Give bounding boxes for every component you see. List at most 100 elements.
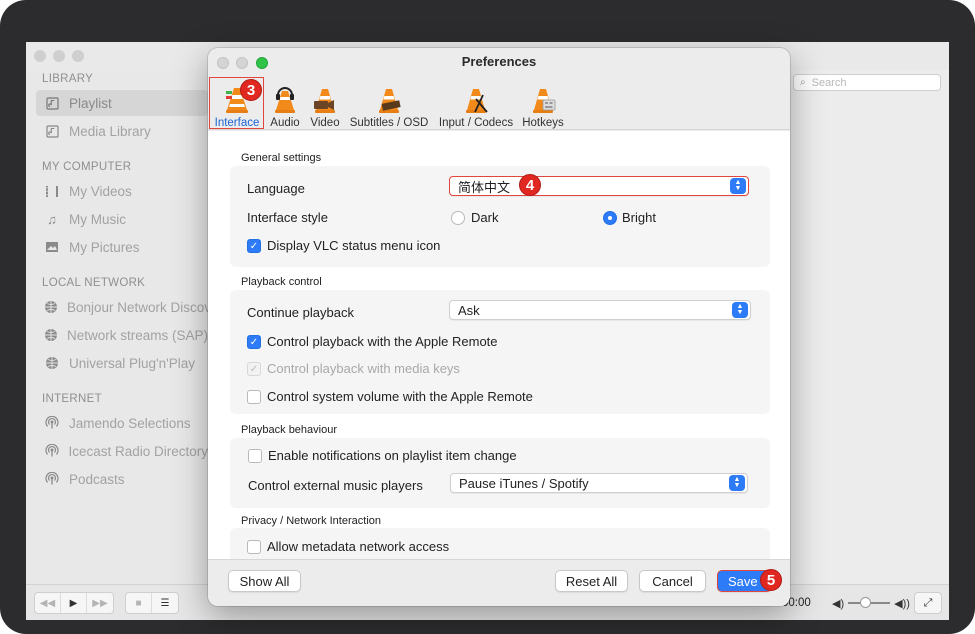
- group-privacy: Allow metadata network access: [230, 528, 770, 559]
- playlist-icon: [44, 95, 60, 111]
- section-title-playback-behaviour: Playback behaviour: [241, 424, 338, 436]
- language-label: Language: [247, 181, 305, 196]
- sidebar-item-label: Jamendo Selections: [69, 415, 191, 431]
- tab-hotkeys[interactable]: Hotkeys: [520, 77, 566, 129]
- stop-controls: ■ ☰: [125, 592, 179, 614]
- select-stepper-icon: ▲ ▼: [732, 302, 748, 318]
- sidebar-item-my-music[interactable]: ♫ My Music: [36, 206, 208, 232]
- film-icon: [44, 183, 60, 199]
- prefs-footer: Show All Reset All Cancel Save 5: [208, 559, 790, 606]
- vlc-cone-video-icon: [312, 85, 338, 115]
- rewind-button[interactable]: ◀◀: [35, 593, 61, 613]
- broadcast-icon: [44, 471, 60, 487]
- sidebar-item-label: Icecast Radio Directory: [68, 443, 208, 459]
- network-globe-icon: [44, 327, 58, 343]
- sidebar-header-library: LIBRARY: [42, 73, 94, 85]
- tab-input-codecs[interactable]: Input / Codecs: [436, 77, 516, 129]
- apple-remote-label: Control playback with the Apple Remote: [267, 334, 498, 349]
- group-general-settings: Language 简体中文 ▲ ▼ 4 Interface style Dark …: [230, 166, 770, 267]
- playlist-toggle-button[interactable]: ☰: [152, 593, 178, 613]
- sidebar-item-label: Bonjour Network Discovery: [67, 299, 208, 315]
- play-button[interactable]: ▶: [61, 593, 87, 613]
- sidebar-item-label: Universal Plug'n'Play: [69, 355, 195, 371]
- interface-style-label: Interface style: [247, 210, 328, 225]
- apple-remote-checkbox[interactable]: ✓: [247, 335, 261, 349]
- sidebar-item-jamendo[interactable]: Jamendo Selections: [36, 410, 208, 436]
- prefs-tab-bar: Interface Audio Video Subtitles / OSD In…: [208, 74, 790, 130]
- sidebar-item-network-streams[interactable]: Network streams (SAP): [36, 322, 208, 348]
- continue-playback-label: Continue playback: [247, 305, 354, 320]
- sidebar-item-playlist[interactable]: Playlist: [36, 90, 208, 116]
- media-keys-label: Control playback with media keys: [267, 361, 460, 376]
- volume-control[interactable]: ◀) ◀)): [832, 595, 912, 611]
- tab-video[interactable]: Video: [308, 77, 342, 129]
- step-5-badge: 5: [760, 569, 782, 591]
- network-globe-icon: [44, 355, 60, 371]
- external-players-value: Pause iTunes / Spotify: [459, 475, 589, 491]
- sidebar-item-label: Playlist: [69, 95, 112, 111]
- sidebar-item-icecast[interactable]: Icecast Radio Directory: [36, 438, 208, 464]
- volume-high-icon: ◀)): [894, 597, 910, 610]
- forward-button[interactable]: ▶▶: [87, 593, 113, 613]
- stop-button[interactable]: ■: [126, 593, 152, 613]
- vlc-cone-hotkeys-icon: [530, 85, 556, 115]
- sidebar-item-label: My Music: [69, 211, 126, 227]
- select-stepper-icon: ▲ ▼: [730, 178, 746, 194]
- show-all-button[interactable]: Show All: [228, 570, 301, 592]
- sidebar-item-bonjour[interactable]: Bonjour Network Discovery: [36, 294, 208, 320]
- sidebar-item-upnp[interactable]: Universal Plug'n'Play: [36, 350, 208, 376]
- style-bright-radio[interactable]: [603, 211, 617, 225]
- volume-knob[interactable]: [860, 597, 872, 608]
- media-keys-checkbox[interactable]: ✓: [247, 362, 261, 376]
- group-playback-control: Continue playback Ask ▲ ▼ ✓ Control playb…: [230, 290, 770, 414]
- sidebar-item-my-pictures[interactable]: My Pictures: [36, 234, 208, 260]
- tab-subtitles-osd[interactable]: Subtitles / OSD: [348, 77, 430, 129]
- style-dark-label: Dark: [471, 210, 499, 225]
- metadata-label: Allow metadata network access: [267, 539, 450, 554]
- broadcast-icon: [44, 415, 60, 431]
- media-library-icon: [44, 123, 60, 139]
- minimize-window-button[interactable]: [53, 50, 65, 62]
- continue-playback-select[interactable]: Ask ▲ ▼: [449, 300, 751, 320]
- zoom-window-button[interactable]: [72, 50, 84, 62]
- cancel-button[interactable]: Cancel: [639, 570, 706, 592]
- tab-label: Video: [310, 117, 340, 129]
- sidebar-item-podcasts[interactable]: Podcasts: [36, 466, 208, 492]
- sidebar-item-my-videos[interactable]: My Videos: [36, 178, 208, 204]
- prefs-title: Preferences: [461, 54, 537, 69]
- preferences-dialog: Preferences Interface Audio Video Subtit…: [208, 48, 790, 606]
- language-select[interactable]: 简体中文 ▲ ▼: [449, 176, 749, 196]
- prefs-content: General settings Language 简体中文 ▲ ▼ 4 Inte…: [208, 131, 790, 559]
- system-volume-label: Control system volume with the Apple Rem…: [267, 389, 533, 404]
- style-dark-radio[interactable]: [451, 211, 465, 225]
- network-globe-icon: [44, 299, 58, 315]
- continue-playback-value: Ask: [458, 302, 480, 318]
- reset-all-button[interactable]: Reset All: [555, 570, 628, 592]
- metadata-checkbox[interactable]: [247, 540, 261, 554]
- external-players-label: Control external music players: [248, 478, 423, 493]
- search-placeholder: Search: [811, 76, 847, 89]
- section-title-privacy: Privacy / Network Interaction: [241, 515, 381, 527]
- tab-audio[interactable]: Audio: [268, 77, 302, 129]
- external-players-select[interactable]: Pause iTunes / Spotify ▲ ▼: [450, 473, 748, 493]
- group-playback-behaviour: Enable notifications on playlist item ch…: [230, 438, 770, 508]
- tab-label: Subtitles / OSD: [349, 117, 429, 129]
- sidebar-header-local-network: LOCAL NETWORK: [42, 277, 146, 289]
- tab-label: Input / Codecs: [438, 117, 514, 129]
- fullscreen-button[interactable]: ⤢: [914, 592, 942, 614]
- section-title-playback-control: Playback control: [241, 276, 322, 288]
- status-icon-checkbox[interactable]: ✓: [247, 239, 261, 253]
- tab-label: Hotkeys: [522, 117, 564, 129]
- notifications-checkbox[interactable]: [248, 449, 262, 463]
- volume-slider[interactable]: [848, 597, 891, 608]
- picture-icon: [44, 239, 60, 255]
- sidebar: LIBRARY Playlist Media Library MY COMPUT…: [26, 70, 211, 584]
- sidebar-item-label: Network streams (SAP): [67, 327, 208, 343]
- system-volume-checkbox[interactable]: [247, 390, 261, 404]
- search-input[interactable]: ⌕ Search: [793, 74, 941, 91]
- sidebar-item-media-library[interactable]: Media Library: [36, 118, 208, 144]
- search-icon: ⌕: [800, 77, 806, 88]
- sidebar-item-label: Media Library: [69, 123, 151, 139]
- notifications-label: Enable notifications on playlist item ch…: [268, 448, 517, 463]
- close-window-button[interactable]: [34, 50, 46, 62]
